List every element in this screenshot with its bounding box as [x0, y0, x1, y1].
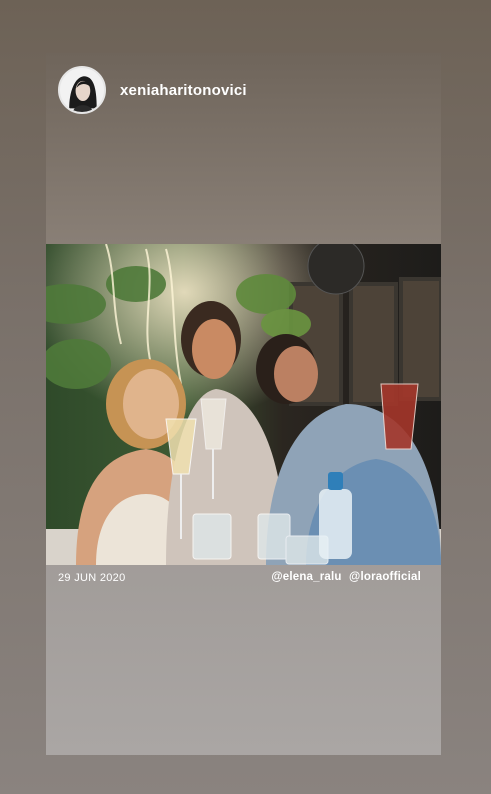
story-header: xeniaharitonovici	[58, 66, 247, 114]
story-photo	[46, 244, 441, 565]
story-meta: 29 JUN 2020 @elena_ralu @loraofficial	[46, 569, 441, 591]
story-card[interactable]: xeniaharitonovici 29 JUN 2020 @elena_ral…	[46, 53, 441, 755]
mention-link[interactable]: @loraofficial	[349, 571, 421, 583]
mention-link[interactable]: @elena_ralu	[271, 571, 341, 583]
story-date: 29 JUN 2020	[58, 572, 126, 584]
profile-avatar[interactable]	[58, 66, 106, 114]
story-mentions: @elena_ralu @loraofficial	[267, 571, 421, 583]
avatar-image	[60, 68, 104, 112]
username[interactable]: xeniaharitonovici	[120, 82, 247, 99]
